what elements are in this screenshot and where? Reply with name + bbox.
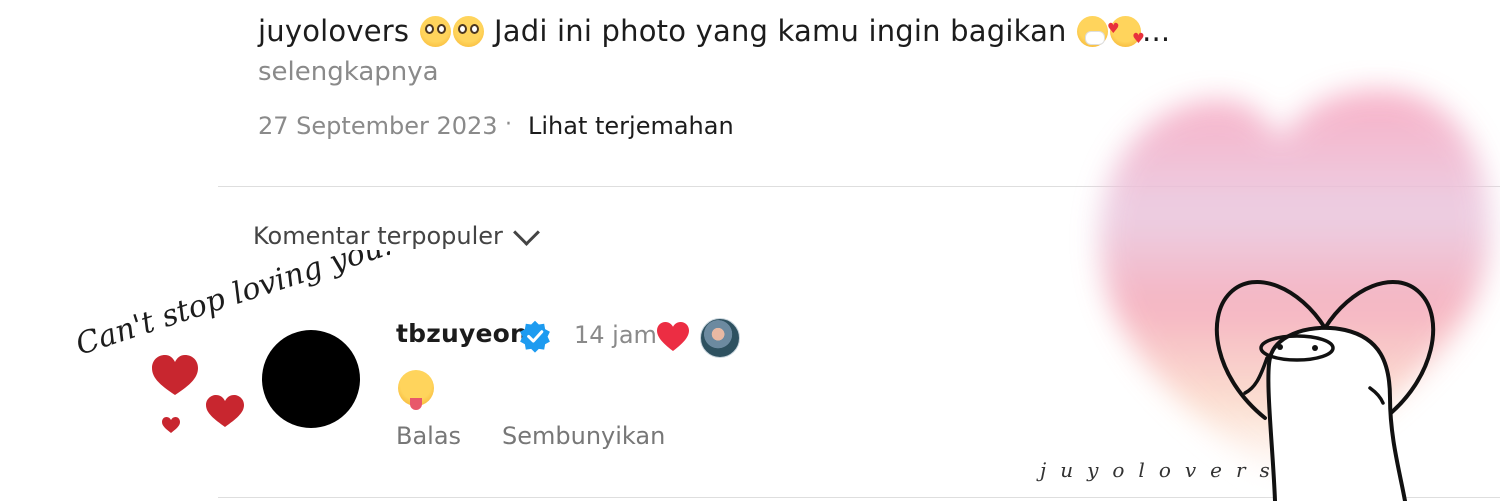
watermark-text: juyolovers <box>1040 458 1284 482</box>
sneezing-face-icon <box>1077 16 1109 47</box>
caption-text: Jadi ini photo yang kamu ingin bagikan <box>494 14 1067 48</box>
post-date: 27 September 2023 <box>258 112 498 140</box>
comment-sort-label: Komentar terpopuler <box>253 222 503 250</box>
comment-sort-dropdown[interactable]: Komentar terpopuler <box>253 218 540 250</box>
flushed-face-icon <box>452 16 484 47</box>
caption-ellipsis: ... <box>1142 14 1171 48</box>
reply-button[interactable]: Balas <box>396 422 461 450</box>
liked-by-author-avatar <box>700 318 740 358</box>
flushed-face-icon <box>419 16 451 47</box>
see-more-link[interactable]: selengkapnya <box>258 57 439 87</box>
chevron-down-icon <box>512 218 540 246</box>
squinting-face-with-tongue-icon <box>398 370 434 410</box>
see-translation-link[interactable]: Lihat terjemahan <box>528 112 734 140</box>
commenter-username[interactable]: tbzuyeon <box>396 319 528 348</box>
caption-username[interactable]: juyolovers <box>258 14 409 48</box>
comment-time: 14 jam <box>574 321 657 349</box>
heart-icon[interactable] <box>656 321 690 353</box>
red-hearts-decoration <box>152 355 244 433</box>
hide-button[interactable]: Sembunyikan <box>502 422 665 450</box>
smiling-face-with-hearts-icon <box>1107 16 1145 47</box>
verified-badge-icon <box>520 320 550 353</box>
post-caption: juyolovers Jadi ini photo yang kamu ingi… <box>258 12 1170 50</box>
meta-separator: · <box>505 112 512 137</box>
